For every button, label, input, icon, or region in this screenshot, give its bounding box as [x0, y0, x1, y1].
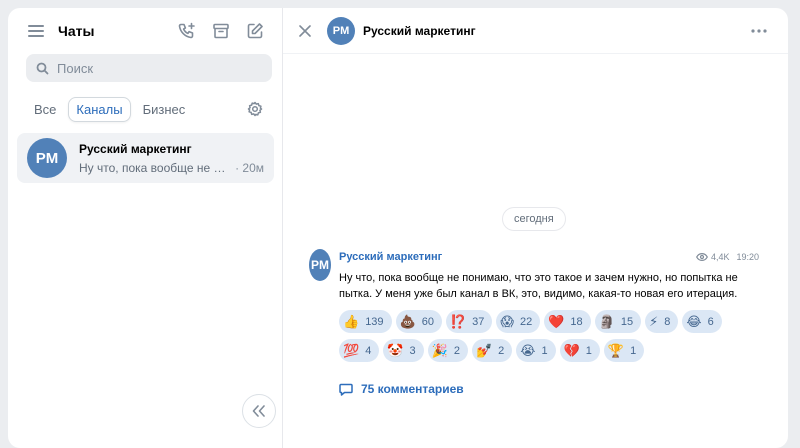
- reaction-count: 1: [585, 344, 592, 357]
- avatar: PM: [27, 138, 67, 178]
- message-time: 19:20: [736, 252, 759, 262]
- reaction-count: 60: [421, 315, 434, 328]
- reaction-emoji-icon: 😭: [520, 343, 536, 358]
- reaction-count: 1: [630, 344, 637, 357]
- views-value: 4,4K: [710, 252, 730, 262]
- reaction-emoji-icon: 💅: [475, 343, 493, 358]
- reaction-count: 37: [472, 315, 485, 328]
- collapse-sidebar-button[interactable]: [242, 394, 276, 428]
- reaction-count: 18: [570, 315, 583, 328]
- reaction-chip[interactable]: 👍 139: [339, 310, 392, 333]
- chat-item-name: Русский маркетинг: [79, 141, 192, 156]
- reaction-emoji-icon: ❤️: [548, 314, 565, 329]
- eye-icon: [695, 253, 708, 261]
- reaction-chip[interactable]: 💔 1: [559, 339, 600, 362]
- conversation-panel: PM Русский маркетинг сегодня PM Русский …: [283, 8, 788, 448]
- reaction-count: 1: [541, 344, 548, 357]
- reaction-emoji-icon: 🤡: [387, 343, 404, 358]
- reaction-emoji-icon: 😂: [686, 314, 702, 329]
- reaction-count: 15: [620, 315, 634, 328]
- reaction-chip[interactable]: 💩 60: [395, 310, 442, 333]
- gear-icon[interactable]: [238, 92, 272, 126]
- chat-item-time: · 20м: [235, 160, 264, 175]
- archive-icon[interactable]: [204, 14, 238, 48]
- reaction-emoji-icon: 👍: [343, 314, 360, 329]
- reaction-chip[interactable]: 😂 6: [682, 310, 722, 333]
- double-chevron-left-icon: [252, 405, 265, 417]
- reaction-count: 2: [498, 344, 505, 357]
- channel-avatar[interactable]: PM: [327, 16, 355, 45]
- reaction-emoji-icon: 💩: [399, 314, 416, 329]
- message-avatar[interactable]: PM: [309, 249, 331, 281]
- chat-item-preview: Ну что, пока вообще не пони...: [79, 160, 231, 175]
- close-icon[interactable]: [297, 14, 313, 48]
- reaction-chip[interactable]: 💯 4: [339, 339, 380, 362]
- search-placeholder: Поиск: [57, 60, 94, 76]
- menu-icon[interactable]: [28, 25, 44, 37]
- reaction-emoji-icon: ⁉️: [449, 314, 467, 329]
- reaction-emoji-icon: 😱: [500, 314, 514, 329]
- reaction-chip[interactable]: ⚡ 8: [645, 310, 679, 333]
- reaction-chip[interactable]: 🎉 2: [427, 339, 468, 362]
- comments-label: 75 комментариев: [361, 382, 464, 396]
- reaction-emoji-icon: 🗿: [598, 314, 615, 329]
- reaction-chip[interactable]: 🗿 15: [594, 310, 642, 333]
- chat-item-russkiy-marketing[interactable]: PM Русский маркетинг Ну что, пока вообще…: [17, 133, 274, 183]
- more-icon[interactable]: [742, 14, 776, 48]
- reaction-emoji-icon: 💯: [343, 343, 360, 358]
- reaction-chip[interactable]: 😭 1: [516, 339, 556, 362]
- conversation-header: PM Русский маркетинг: [283, 8, 788, 54]
- reaction-chip[interactable]: 😱 22: [496, 310, 541, 333]
- message-text: Ну что, пока вообще не понимаю, что это …: [339, 272, 738, 300]
- reaction-chip[interactable]: 💅 2: [471, 339, 513, 362]
- reaction-chip[interactable]: ⁉️ 37: [445, 310, 493, 333]
- reaction-count: 4: [365, 344, 372, 357]
- sidebar-title: Чаты: [58, 23, 95, 39]
- views-count: 4,4K: [695, 252, 730, 262]
- reaction-emoji-icon: 🎉: [431, 343, 448, 358]
- compose-icon[interactable]: [238, 14, 272, 48]
- reaction-chip[interactable]: 🤡 3: [383, 339, 424, 362]
- message-author[interactable]: Русский маркетинг: [339, 251, 696, 263]
- reaction-count: 6: [707, 315, 714, 328]
- message: PM Русский маркетинг 4,4K 19:20 Ну что, …: [309, 249, 759, 396]
- reaction-emoji-icon: ⚡: [649, 314, 659, 329]
- sidebar-header: Чаты: [8, 8, 282, 54]
- tab-channels[interactable]: Каналы: [68, 96, 131, 122]
- reaction-count: 8: [664, 315, 671, 328]
- reactions-list: 👍 139 💩 60 ⁉️ 37 😱 22 ❤️ 18 🗿 15 ⚡ 8 😂 6 💯 4 🤡 3 🎉 2 💅 2 😭 1 💔 1 🏆 1: [339, 310, 759, 368]
- chat-filter-tabs: Все Каналы Бизнес: [8, 82, 282, 123]
- reaction-count: 139: [365, 315, 384, 328]
- channel-title[interactable]: Русский маркетинг: [363, 24, 742, 38]
- comments-link[interactable]: 75 комментариев: [339, 382, 759, 396]
- reaction-emoji-icon: 🏆: [607, 343, 625, 358]
- reaction-chip[interactable]: 🏆 1: [603, 339, 645, 362]
- comment-icon: [339, 383, 353, 396]
- reaction-emoji-icon: 💔: [563, 343, 580, 358]
- reaction-count: 2: [453, 344, 460, 357]
- chat-list-panel: Чаты Поиск Все Каналы Бизнес PM Русский …: [8, 8, 283, 448]
- reaction-count: 22: [519, 315, 533, 328]
- call-add-icon[interactable]: [170, 14, 204, 48]
- tab-all[interactable]: Все: [26, 97, 64, 122]
- reaction-count: 3: [409, 344, 416, 357]
- date-divider: сегодня: [503, 208, 565, 230]
- app-window: Чаты Поиск Все Каналы Бизнес PM Русский …: [8, 8, 788, 448]
- search-icon: [36, 62, 49, 74]
- reaction-chip[interactable]: ❤️ 18: [544, 310, 591, 333]
- search-input[interactable]: Поиск: [26, 54, 272, 82]
- tab-business[interactable]: Бизнес: [135, 97, 194, 122]
